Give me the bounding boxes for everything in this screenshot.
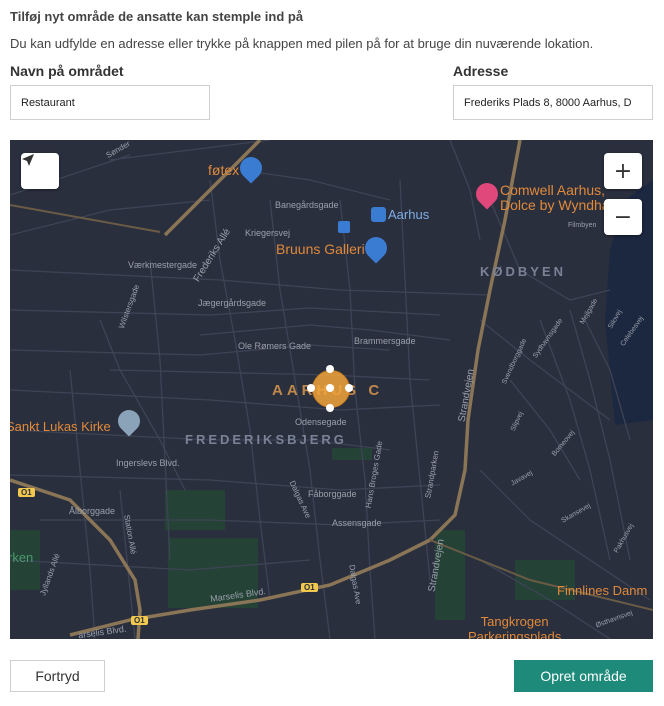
park-area [165, 490, 225, 530]
route-badge: O1 [131, 616, 148, 625]
poi-sankt-lukas-kirke[interactable]: Sankt Lukas Kirke [10, 419, 111, 434]
park-area [332, 448, 372, 460]
street-label: Filmbyen [568, 222, 597, 229]
street-label: Ole Rømers Gade [238, 341, 312, 351]
name-input[interactable] [10, 85, 210, 120]
street-label: Kriegersvej [245, 228, 291, 238]
poi-fotex[interactable]: føtex [208, 162, 239, 178]
street-label: Ingerslevs Blvd. [116, 458, 180, 468]
poi-comwell-line2: Dolce by Wyndha [500, 197, 610, 213]
street-label: Odensegade [295, 417, 347, 427]
street-label: Jægergårdsgade [198, 298, 267, 308]
street-label: Banegårdsgade [275, 200, 339, 210]
street-label: Værkmestergade [128, 260, 198, 270]
poi-finnlines[interactable]: Finnlines Danm [557, 583, 647, 598]
dialog-title: Tilføj nyt område de ansatte kan stemple… [10, 9, 304, 24]
poi-tangkrogen-line1: Tangkrogen [480, 614, 549, 629]
name-label: Navn på området [10, 63, 124, 79]
route-badge: O1 [301, 583, 318, 592]
zoom-in-button[interactable]: + [604, 153, 642, 189]
poi-tangkrogen-line2: Parkeringsplads [468, 629, 562, 639]
poi-tangkrogen[interactable]: Tangkrogen Parkeringsplads [468, 614, 561, 639]
marker-handle[interactable] [326, 384, 334, 392]
district-kodbyen: KØDBYEN [480, 264, 567, 279]
poi-parken[interactable]: rken [10, 550, 33, 565]
navigation-arrow-icon [22, 154, 34, 166]
street-label: Ålborggade [69, 506, 116, 516]
poi-bruuns-galleri[interactable]: Bruuns Galleri [276, 241, 365, 257]
marker-handle[interactable] [326, 404, 334, 412]
poi-aarhus-station[interactable]: Aarhus [388, 207, 429, 222]
marker-handle[interactable] [345, 384, 353, 392]
street-label: Assensgade [332, 518, 382, 528]
map[interactable]: føtex Comwell Aarhus, Dolce by Wyndha Aa… [10, 140, 653, 639]
route-badge: O1 [18, 488, 35, 497]
bus-station-icon[interactable] [338, 221, 350, 233]
train-station-icon[interactable] [371, 207, 386, 222]
street-label: Fåborggade [308, 489, 357, 499]
address-input[interactable] [453, 85, 653, 120]
create-area-button[interactable]: Opret område [514, 660, 653, 692]
address-label: Adresse [453, 63, 509, 79]
dialog-description: Du kan udfylde en adresse eller trykke p… [10, 36, 594, 51]
poi-comwell[interactable]: Comwell Aarhus, Dolce by Wyndha [500, 183, 610, 213]
poi-comwell-line1: Comwell Aarhus, [500, 182, 606, 198]
cancel-button[interactable]: Fortryd [10, 660, 105, 692]
street-label: Brammersgade [354, 336, 416, 346]
zoom-out-button[interactable]: − [604, 199, 642, 235]
locate-button[interactable] [21, 153, 59, 189]
district-frederiksbjerg: FREDERIKSBJERG [185, 432, 347, 447]
marker-handle[interactable] [307, 384, 315, 392]
marker-handle[interactable] [326, 365, 334, 373]
